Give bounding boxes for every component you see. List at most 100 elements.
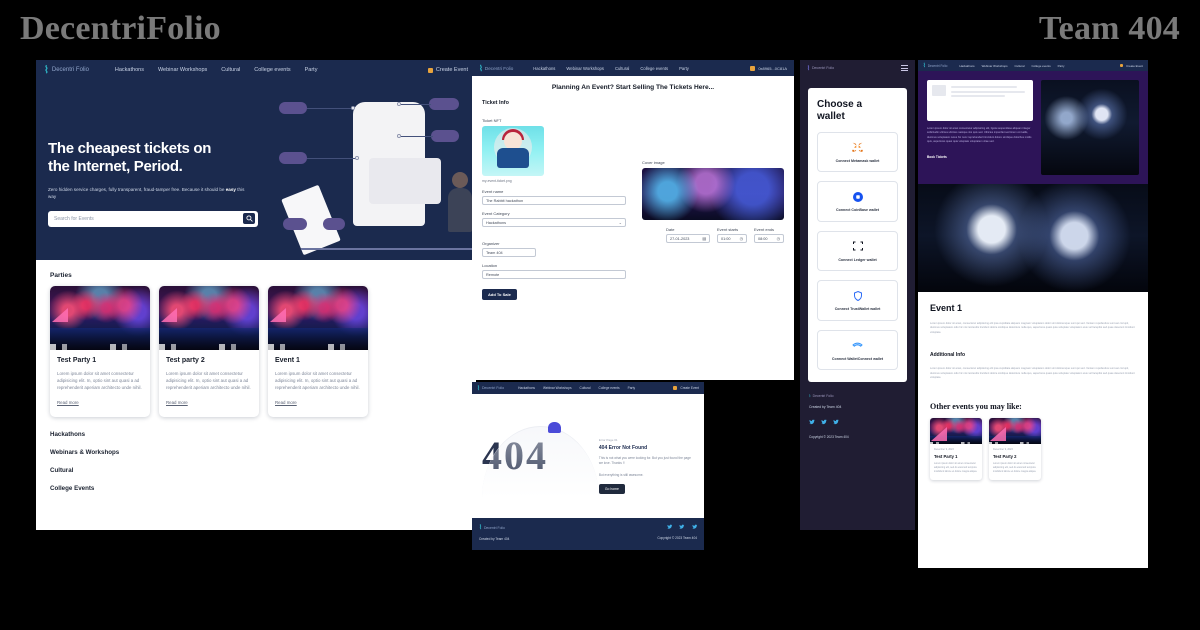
nav-item-hackathons[interactable]: Hackathons [518,386,535,390]
event-card-text: Lorem ipsum dolor sit amet consectetur a… [166,371,251,391]
metamask-fox-icon [822,141,893,154]
search-button[interactable] [243,213,255,225]
nav-item-party[interactable]: Party [305,67,318,73]
hero-illustration [261,80,476,260]
brand-logo[interactable]: ⌇ Decentri Folio [44,65,89,76]
read-more-link[interactable]: Read more [275,400,297,405]
nav-item-cultural[interactable]: Cultural [1015,64,1025,68]
other-event-card[interactable]: December 9, 2023 Test Party 1 Lorem ipsu… [930,418,982,480]
nav-item-college-events[interactable]: College events [640,66,668,71]
wallet-option-label: Connect Ledger wallet [838,257,877,262]
event-ends-label: Event ends [754,227,775,232]
organizer-input[interactable]: Team 404 [482,248,536,257]
ticket-form: Planning An Event? Start Selling The Tic… [472,76,794,380]
brand-logo[interactable]: ⌇ Decentri Folio [479,64,513,73]
other-event-card[interactable]: December 9, 2023 Test Party 2 Lorem ipsu… [989,418,1041,480]
wallet-option-coinbase[interactable]: Connect CoinBase wallet [817,181,898,222]
event-body: Lorem ipsum dolor sit amet, consectetur … [930,322,1135,334]
nav-item-college-events[interactable]: College events [1032,64,1051,68]
ledger-frame-icon [822,240,893,253]
ticket-nft-image[interactable] [482,126,544,176]
twitter-icon[interactable] [833,419,839,425]
event-hero: Lorem ipsum dolor sit amet consectetur a… [918,71,1148,184]
error-404-screenshot: ⌇ Decentri Folio Hackathons Webinar Work… [472,382,704,550]
cover-image-label: Cover image [642,160,665,165]
event-name-input[interactable]: The Rabbit hackathon [482,196,626,205]
brand-name: Decentri Folio [51,67,89,73]
footer-created-by: Created by Team 404 [809,404,842,409]
wallet-option-ledger[interactable]: Connect Ledger wallet [817,230,898,272]
nav-item-cultural[interactable]: Cultural [221,67,240,73]
event-category-select[interactable]: Hackathons [482,218,626,227]
hamburger-menu-icon[interactable] [901,64,908,72]
read-more-link[interactable]: Read more [166,400,188,405]
nav-item-hackathons[interactable]: Hackathons [115,67,144,73]
location-input[interactable]: Remote [482,270,626,279]
brand-name: Decentri Folio [481,386,505,390]
mobile-navbar: ⌇ Decentri Folio [800,60,915,76]
brand-logo[interactable]: ⌇ Decentri Folio [807,65,834,72]
calendar-icon: ▤ [702,237,706,241]
candle-logo-icon: ⌇ [479,525,482,531]
event-card-title: Test Party 1 [57,357,97,364]
wallet-panel: Choose a wallet Connect Metamask wallet … [808,88,907,382]
nav-item-cultural[interactable]: Cultural [615,66,629,71]
go-home-button[interactable]: Go home [598,484,625,495]
brand-name: Decentri Folio [811,66,835,70]
nav-item-webinar-workshops[interactable]: Webinar Workshops [543,386,572,390]
event-hero-text: Lorem ipsum dolor sit amet consectetur a… [927,127,1032,143]
brand-logo[interactable]: ⌇ Decentri Folio [923,63,947,69]
twitter-icon[interactable] [666,524,673,530]
search-icon [245,215,253,223]
date-input[interactable]: 27-01-2023 ▤ [666,234,710,243]
additional-info-body: Lorem ipsum dolor sit amet, consectetur … [930,367,1135,380]
nav-cta[interactable]: Create Event [1119,63,1143,68]
footer-brand: ⌇ Decentri Folio [479,525,505,531]
wallet-option-metamask[interactable]: Connect Metamask wallet [817,132,898,173]
read-more-link[interactable]: Read more [57,400,79,405]
event-navbar: ⌇ Decentri Folio Hackathons Webinar Work… [918,60,1148,71]
candle-logo-icon: ⌇ [807,65,810,72]
nav-cta[interactable]: Create Event [427,67,468,73]
placeholder-image [932,85,946,96]
event-card[interactable]: Event 1 Lorem ipsum dolor sit amet conse… [268,286,368,418]
create-event-label: Create Event [680,386,699,390]
wallet-icon [750,65,756,71]
event-starts-input[interactable]: 01:00 ◷ [717,234,747,243]
nav-item-hackathons[interactable]: Hackathons [959,64,974,68]
brand-logo[interactable]: ⌇ Decentri Folio [477,385,504,392]
event-card[interactable]: Test Party 1 Lorem ipsum dolor sit amet … [50,286,150,418]
nav-item-party[interactable]: Party [1058,64,1065,68]
event-card[interactable]: Test party 2 Lorem ipsum dolor sit amet … [159,286,259,418]
create-event-label: Create Event [435,67,468,73]
ticket-icon [1119,63,1124,68]
cover-image[interactable] [642,168,784,220]
book-tickets-button[interactable]: Book Tickets [927,155,947,159]
wallet-option-trustwallet[interactable]: Connect TrustWallet wallet [817,280,898,321]
landing-page-screenshot: ⌇ Decentri Folio Hackathons Webinar Work… [36,60,476,530]
search-input[interactable]: Search for Events [54,216,243,222]
add-to-sale-button[interactable]: Add To Sale [482,289,517,300]
wallet-address-chip[interactable]: 0x8965...0C81A [750,65,787,71]
error-illustration: 404 [482,408,599,504]
twitter-icon[interactable] [809,419,815,425]
nav-item-webinar-workshops[interactable]: Webinar Workshops [158,67,207,73]
create-ticket-screenshot: ⌇ Decentri Folio Hackathons Webinar Work… [472,60,794,380]
event-hero-image [1041,80,1139,175]
nav-item-college-events[interactable]: College events [254,67,290,73]
nav-item-webinar-workshops[interactable]: Webinar Workshops [982,64,1008,68]
nav-item-webinar-workshops[interactable]: Webinar Workshops [566,66,604,71]
event-ends-input[interactable]: 08:00 ◷ [754,234,784,243]
event-main: Event 1 Lorem ipsum dolor sit amet, cons… [918,292,1148,480]
nav-item-party[interactable]: Party [628,386,635,390]
nav-item-college-events[interactable]: College events [599,386,620,390]
twitter-icon[interactable] [821,419,827,425]
twitter-icon[interactable] [691,524,698,530]
wallet-option-walletconnect[interactable]: Connect WalletConnect wallet [817,329,898,370]
nav-item-hackathons[interactable]: Hackathons [533,66,555,71]
search-bar[interactable]: Search for Events [48,210,258,227]
nav-cta[interactable]: Create Event [673,386,699,390]
nav-item-party[interactable]: Party [679,66,689,71]
nav-item-cultural[interactable]: Cultural [580,386,591,390]
twitter-icon[interactable] [679,524,685,530]
